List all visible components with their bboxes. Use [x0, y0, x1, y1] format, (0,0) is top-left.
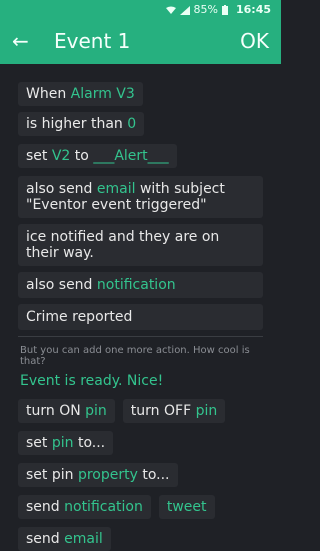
- action-highlight: pin: [85, 403, 107, 419]
- app-bar: ← Event 1 OK: [0, 18, 281, 64]
- email-body-text: ice notified and they are on their way.: [26, 229, 220, 261]
- set-to-label: to: [74, 148, 89, 164]
- action-send-email[interactable]: send email: [18, 527, 111, 551]
- action-highlight: pin: [51, 435, 74, 451]
- set-pin: V2: [51, 148, 71, 164]
- action-list: turn ON pin turn OFF pin set pin to... s…: [18, 399, 263, 551]
- action-highlight: notification: [64, 499, 143, 515]
- action-set-pin[interactable]: set pin to...: [18, 431, 114, 455]
- action-text: send: [26, 499, 60, 515]
- action-highlight: tweet: [166, 499, 207, 515]
- action-turn-off-pin[interactable]: turn OFF pin: [122, 399, 226, 423]
- condition-row: When Alarm V3 is higher than 0: [18, 82, 263, 136]
- action-text: turn ON: [26, 403, 81, 419]
- set-label: set: [26, 148, 48, 164]
- action-highlight: email: [64, 531, 103, 547]
- email-action-box[interactable]: also send email with subject "Eventor ev…: [18, 176, 263, 218]
- battery-icon: [221, 4, 232, 15]
- set-value: ___Alert___: [93, 148, 169, 164]
- clock: 16:45: [235, 2, 271, 16]
- back-arrow-icon[interactable]: ←: [12, 29, 32, 53]
- trigger-pin: Alarm V3: [70, 86, 135, 102]
- action-text: set: [26, 435, 48, 451]
- hint-text: But you can add one more action. How coo…: [20, 345, 250, 367]
- status-bar: 85% 16:45: [0, 0, 281, 18]
- action-highlight: pin: [195, 403, 218, 419]
- battery-percent: 85%: [193, 2, 218, 16]
- action-turn-on-pin[interactable]: turn ON pin: [18, 399, 115, 423]
- email-suffix: with subject: [139, 181, 225, 197]
- email-prefix: also send: [26, 181, 93, 197]
- condition-chip[interactable]: is higher than 0: [18, 112, 145, 136]
- event-editor: When Alarm V3 is higher than 0 set V2 to…: [0, 64, 281, 551]
- action-text: turn OFF: [130, 403, 192, 419]
- action-send-notification[interactable]: send notification: [18, 495, 151, 519]
- action-set-pin-property[interactable]: set pin property to...: [18, 463, 178, 487]
- ok-button[interactable]: OK: [240, 29, 269, 53]
- when-label: When: [26, 86, 67, 102]
- email-body-input[interactable]: ice notified and they are on their way.: [18, 224, 263, 266]
- email-subject: "Eventor event triggered": [26, 197, 207, 213]
- action-suffix: to...: [77, 435, 106, 451]
- signal-icon: [179, 5, 190, 15]
- notification-message-text: Crime reported: [26, 309, 133, 325]
- action-highlight: property: [77, 467, 138, 483]
- notification-prefix: also send: [26, 277, 93, 293]
- notification-action-box[interactable]: also send notification: [18, 272, 263, 298]
- set-action-chip[interactable]: set V2 to ___Alert___: [18, 144, 177, 168]
- action-tweet[interactable]: tweet: [158, 495, 215, 519]
- page-title: Event 1: [54, 29, 131, 53]
- action-suffix: to...: [142, 467, 170, 483]
- condition-value: 0: [127, 116, 137, 132]
- notification-channel: notification: [96, 277, 176, 293]
- notification-message-input[interactable]: Crime reported: [18, 304, 263, 330]
- action-text: send: [26, 531, 60, 547]
- when-pin-chip[interactable]: When Alarm V3: [18, 82, 143, 106]
- divider: [18, 336, 263, 337]
- action-text: set pin: [26, 467, 74, 483]
- wifi-icon: [165, 5, 176, 14]
- condition-label: is higher than: [26, 116, 123, 132]
- ready-text: Event is ready. Nice!: [20, 373, 164, 389]
- set-row: set V2 to ___Alert___: [18, 144, 263, 168]
- email-channel: email: [96, 181, 136, 197]
